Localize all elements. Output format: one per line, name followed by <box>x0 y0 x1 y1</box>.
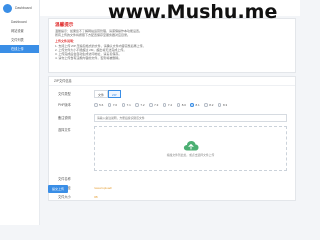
upload-form: ZIP文件信息 文件类型 文件 ZIP PHP版本 5.6 7.0 7.1 7.… <box>48 76 296 201</box>
radio-icon <box>176 103 181 107</box>
sidebar-item-file-list[interactable]: 文件列表 <box>0 36 39 44</box>
app-window: Dashboard Dashboard 网站设置 文件列表 在线上传 温馨提示 … <box>0 0 300 225</box>
file-type-option[interactable]: 文件 <box>94 90 109 98</box>
file-type-toggle: 文件 ZIP <box>94 90 121 98</box>
php-radio-label: 7.0 <box>112 103 118 107</box>
radio-icon <box>107 103 112 107</box>
php-radio-8-1-selected[interactable]: 8.1 <box>190 103 200 107</box>
radio-icon <box>217 103 222 107</box>
submit-button[interactable]: 提交上传 <box>48 185 68 193</box>
php-radio-8-2[interactable]: 8.2 <box>204 103 213 107</box>
sidebar-item-upload[interactable]: 在线上传 <box>0 45 39 53</box>
upload-hint: 拖拽文件到此处，或点击选择文件上传 <box>166 153 215 157</box>
cloud-upload-icon <box>183 141 198 151</box>
notice-item: 4. 请勿上传含有违规内容的文件，否则将被删除。 <box>55 56 122 61</box>
main-content: 温馨提示 温馨提示：如果您不了解网站运营管理，请谨慎操作本功能设置。 所有上传的… <box>40 16 300 225</box>
php-radio-label: 7.4 <box>167 103 173 107</box>
php-radio-label: 8.3 <box>222 103 228 107</box>
php-radio-label: 8.0 <box>181 103 186 107</box>
form-section-title: ZIP文件信息 <box>49 77 295 86</box>
php-radio-8-0[interactable]: 8.0 <box>176 103 186 107</box>
php-radio-7-2[interactable]: 7.2 <box>135 103 145 107</box>
logo-icon <box>3 3 12 13</box>
php-radio-7-1[interactable]: 7.1 <box>121 103 131 107</box>
php-radio-label: 8.1 <box>195 103 200 107</box>
php-radio-label: 5.6 <box>99 103 104 107</box>
file-type-label: 文件类型 <box>58 92 71 96</box>
file-size-value: 0B <box>94 195 98 199</box>
php-radio-label: 7.2 <box>140 103 145 107</box>
php-version-row: PHP版本 5.6 7.0 7.1 7.2 7.3 7.4 8.0 8.1 8.… <box>49 101 297 109</box>
file-name-row: 文件名称 <box>49 175 297 183</box>
file-type-option-selected[interactable]: ZIP <box>108 90 121 98</box>
sidebar-item-dashboard[interactable]: Dashboard <box>0 18 39 26</box>
php-radio-5-6[interactable]: 5.6 <box>94 103 103 107</box>
file-select-label: 选择文件 <box>58 128 71 132</box>
brand-title: Dashboard <box>15 6 32 10</box>
remark-input[interactable] <box>94 114 287 122</box>
sidebar: Dashboard Dashboard 网站设置 文件列表 在线上传 <box>0 0 40 225</box>
file-path-value: /www/upload/ <box>94 186 113 190</box>
radio-icon <box>204 103 208 107</box>
file-name-label: 文件名称 <box>58 177 71 181</box>
radio-icon <box>121 103 126 107</box>
php-radio-7-0[interactable]: 7.0 <box>107 103 118 107</box>
php-radio-7-3[interactable]: 7.3 <box>149 103 158 107</box>
sidebar-item-site-settings[interactable]: 网站设置 <box>0 27 39 35</box>
file-select-row: 选择文件 拖拽文件到此处，或点击选择文件上传 <box>49 126 297 171</box>
php-version-radio-group: 5.6 7.0 7.1 7.2 7.3 7.4 8.0 8.1 8.2 8.3 <box>94 101 232 109</box>
radio-icon <box>135 103 139 107</box>
php-radio-label: 7.3 <box>154 103 159 107</box>
radio-icon <box>94 103 98 107</box>
notice-panel: 温馨提示 温馨提示：如果您不了解网站运营管理，请谨慎操作本功能设置。 所有上传的… <box>48 18 296 73</box>
php-radio-label: 7.1 <box>126 103 131 107</box>
notice-line: 所有上传的文件将按照下方配置保存至服务器对应目录。 <box>55 33 131 38</box>
file-size-row: 文件大小 0B <box>49 193 297 201</box>
sidebar-nav: Dashboard 网站设置 文件列表 在线上传 <box>0 18 39 53</box>
file-size-label: 文件大小 <box>58 195 71 199</box>
watermark-text: www.Mushu.me <box>108 1 278 23</box>
php-radio-7-4[interactable]: 7.4 <box>162 103 173 107</box>
radio-checked-icon <box>190 103 194 107</box>
remark-row: 备注说明 <box>49 114 297 122</box>
php-radio-label: 8.2 <box>209 103 214 107</box>
upload-dropzone[interactable]: 拖拽文件到此处，或点击选择文件上传 <box>94 126 287 171</box>
remark-label: 备注说明 <box>58 116 71 120</box>
brand[interactable]: Dashboard <box>0 0 39 16</box>
php-version-label: PHP版本 <box>58 103 71 107</box>
radio-icon <box>162 103 167 107</box>
radio-icon <box>149 103 153 107</box>
file-type-row: 文件类型 文件 ZIP <box>49 90 297 98</box>
file-path-row: 文件路径 /www/upload/ <box>49 184 297 192</box>
php-radio-8-3[interactable]: 8.3 <box>217 103 228 107</box>
